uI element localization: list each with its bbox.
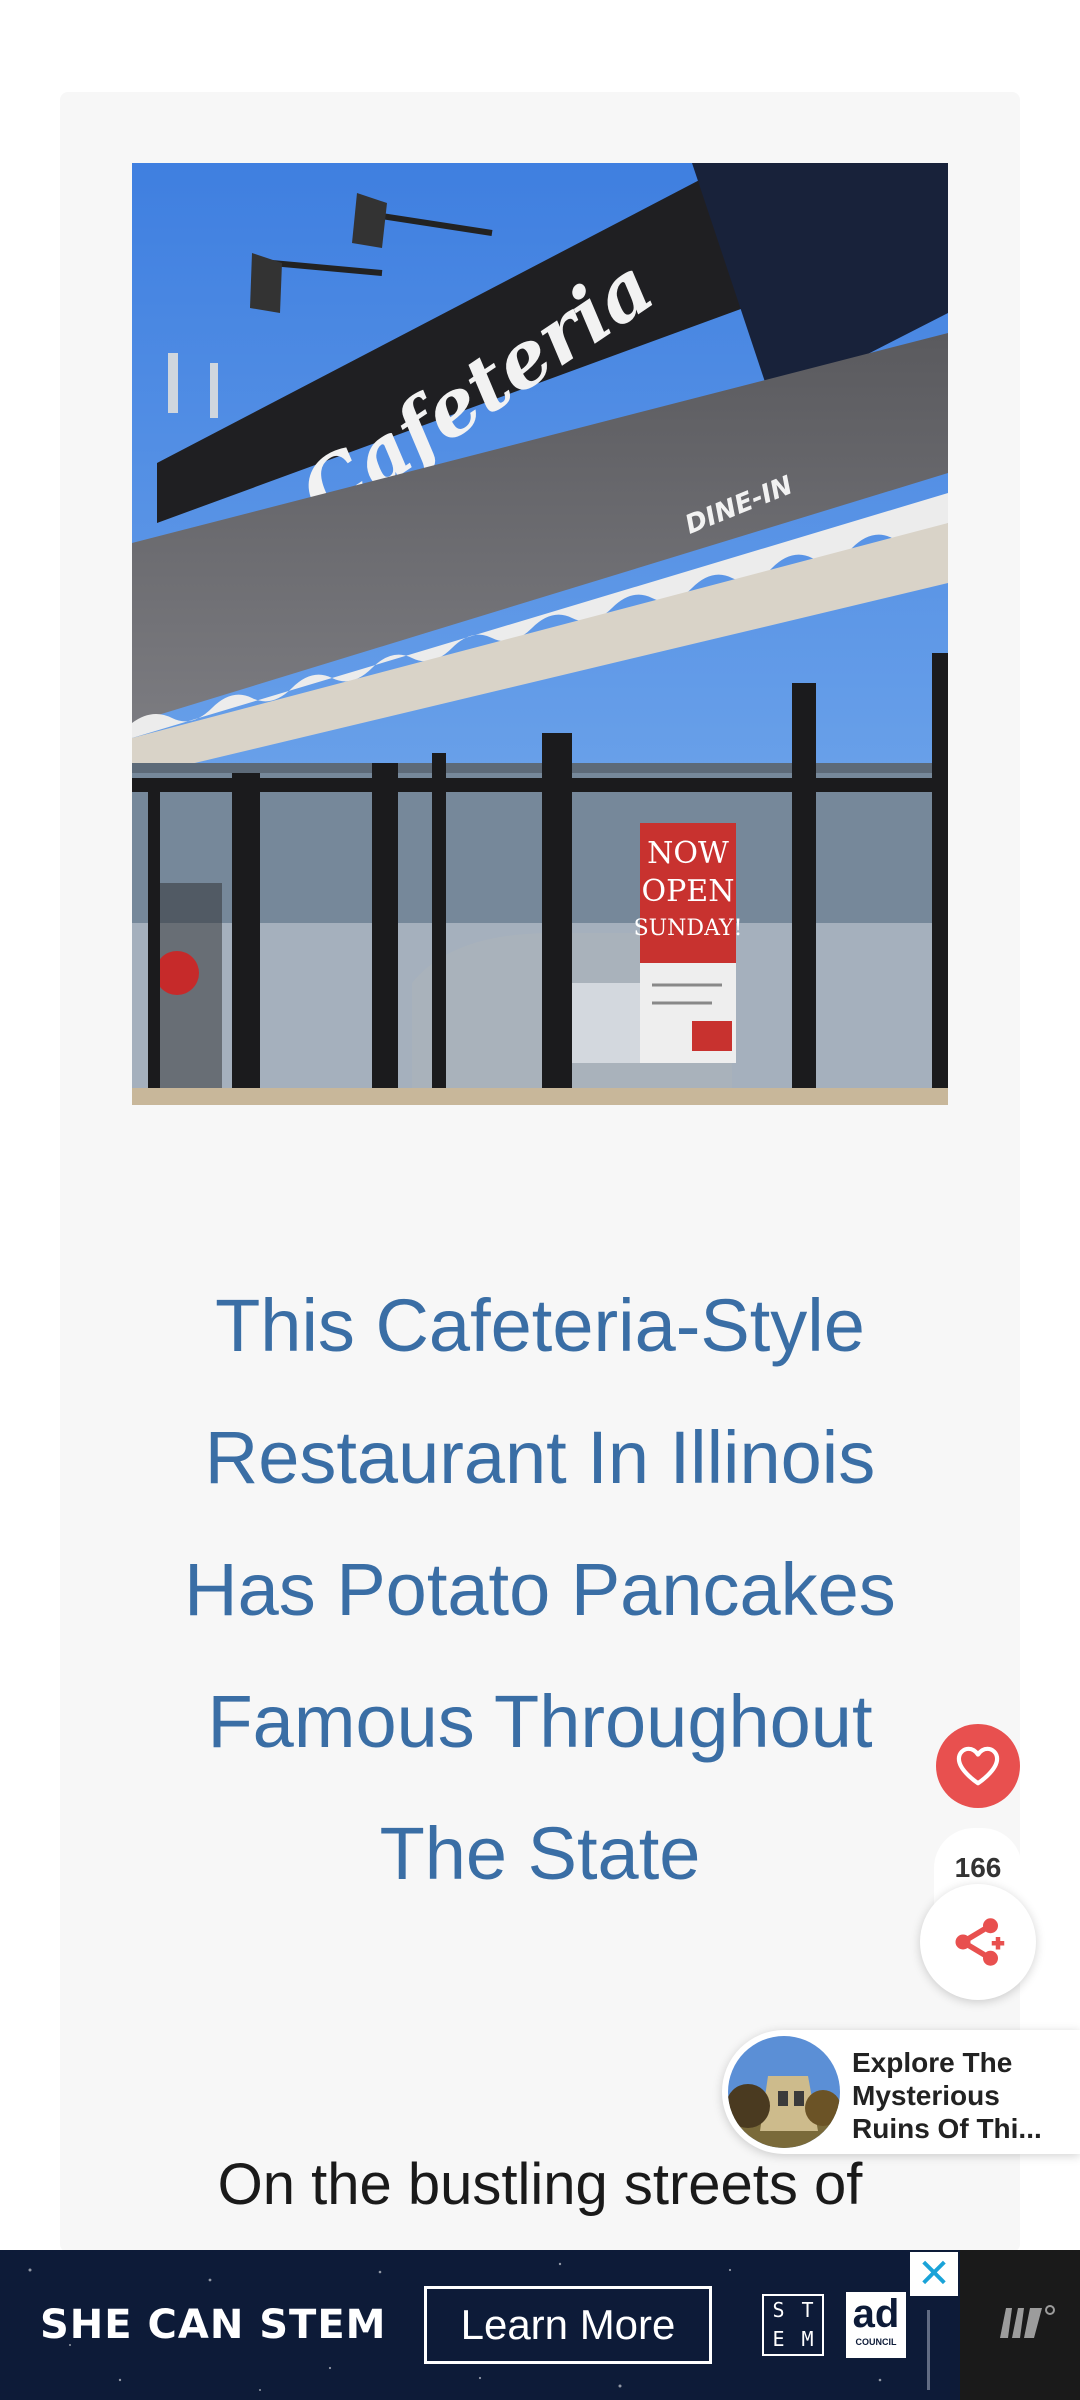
cafeteria-storefront-photo: Cafeteria DINE-IN NOW OPEN SUNDAY!: [132, 163, 948, 1105]
ruins-photo: [728, 2036, 840, 2148]
poster-line-1: NOW: [647, 836, 729, 871]
share-icon: [955, 1918, 1005, 1966]
mediavine-logo-icon: [1000, 2305, 1055, 2338]
ad-learn-more-button[interactable]: Learn More: [424, 2286, 712, 2364]
article-title: This Cafeteria-Style Restaurant In Illin…: [184, 1284, 896, 1895]
share-button[interactable]: [920, 1884, 1036, 2000]
ad-council-ad-word: ad: [852, 2292, 900, 2336]
related-article-title: Explore The Mysterious Ruins Of Thi...: [852, 2047, 1042, 2144]
ad-headline: SHE CAN STEM: [40, 2302, 387, 2348]
ad-council-logo: ad COUNCIL: [846, 2292, 906, 2358]
ad-close-button[interactable]: ✕: [910, 2252, 958, 2296]
stem-letter: E: [772, 2327, 785, 2351]
stem-letter: T: [801, 2298, 814, 2322]
poster-line-2: OPEN: [642, 874, 735, 909]
ad-council-council-word: COUNCIL: [855, 2337, 897, 2347]
like-button[interactable]: [936, 1724, 1020, 1808]
ad-network-badge[interactable]: [960, 2250, 1080, 2400]
heart-icon: [956, 1746, 1000, 1786]
stem-letter: S: [772, 2298, 785, 2322]
stem-logo: S T E M: [762, 2294, 824, 2356]
related-article-thumbnail: [728, 2036, 840, 2148]
poster-line-3: SUNDAY!: [634, 916, 743, 941]
hero-image: Cafeteria DINE-IN NOW OPEN SUNDAY!: [132, 163, 948, 1105]
ad-disclaimer-mark: [927, 2310, 930, 2390]
related-article-card[interactable]: Explore The Mysterious Ruins Of Thi...: [722, 2030, 1080, 2154]
stem-letter: M: [801, 2327, 814, 2351]
